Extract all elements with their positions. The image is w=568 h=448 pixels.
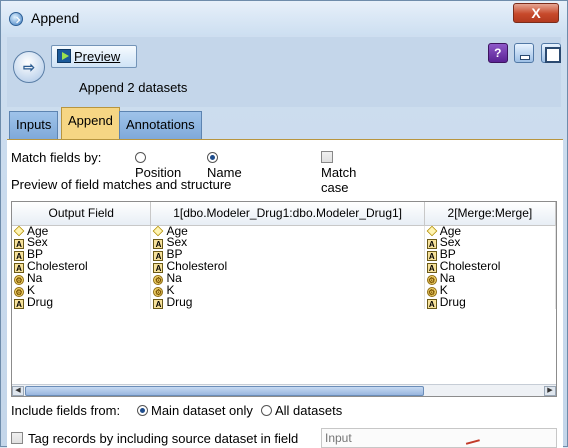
match-by-name-radio[interactable]: Name xyxy=(207,150,242,180)
tab-inputs[interactable]: Inputs xyxy=(9,111,59,139)
append-node-icon: ⇨ xyxy=(13,51,45,83)
field-table: Output Field 1[dbo.Modeler_Drug1:dbo.Mod… xyxy=(12,202,556,309)
diamond-icon xyxy=(13,225,25,237)
match-fields-row: Match fields by: Position Name Match cas… xyxy=(11,150,356,195)
letter-a-icon: A xyxy=(426,251,437,261)
letter-a-icon: A xyxy=(153,239,164,249)
match-fields-label: Match fields by: xyxy=(11,150,102,165)
window-title: Append xyxy=(31,10,80,26)
app-icon xyxy=(9,12,23,26)
match-by-position-radio[interactable]: Position xyxy=(135,150,181,180)
help-button[interactable]: ? xyxy=(487,43,508,63)
scroll-right-icon[interactable]: ▶ xyxy=(544,386,556,396)
horizontal-scrollbar[interactable]: ◀ ▶ xyxy=(12,384,556,396)
table-cell: A Cholesterol xyxy=(150,260,425,273)
table-row[interactable]: Age Age Age xyxy=(12,225,556,237)
flag-field-icon: ⚙ xyxy=(14,275,24,285)
append-panel: Match fields by: Position Name Match cas… xyxy=(7,139,563,448)
table-row[interactable]: A Sex A Sex A Sex xyxy=(12,236,556,249)
node-header: ⇨ Preview Append 2 datasets ? xyxy=(7,37,561,107)
letter-a-icon: A xyxy=(426,239,437,249)
scroll-thumb[interactable] xyxy=(25,386,424,396)
column-header-input1[interactable]: 1[dbo.Modeler_Drug1:dbo.Modeler_Drug1] xyxy=(150,202,425,226)
table-cell: A Drug xyxy=(424,296,556,309)
checkbox-icon xyxy=(321,151,333,163)
include-fields-label: Include fields from: xyxy=(11,403,121,418)
radio-selected-icon xyxy=(137,405,148,416)
diamond-icon xyxy=(153,225,164,237)
letter-a-icon: A xyxy=(153,299,164,309)
main-dataset-only-radio[interactable]: Main dataset only xyxy=(137,403,253,418)
tab-annotations[interactable]: Annotations xyxy=(119,111,202,139)
tag-field-input[interactable] xyxy=(321,428,557,448)
tag-records-row: Tag records by including source dataset … xyxy=(11,428,557,448)
window-controls: ? xyxy=(485,43,561,63)
tag-records-checkbox[interactable]: Tag records by including source dataset … xyxy=(11,431,298,446)
all-datasets-radio[interactable]: All datasets xyxy=(261,403,342,418)
table-cell: ⚙ Na xyxy=(150,272,425,285)
flag-field-icon: ⚙ xyxy=(14,287,24,297)
flag-field-icon: ⚙ xyxy=(426,275,437,285)
letter-a-icon: A xyxy=(14,263,24,273)
table-cell: A Sex xyxy=(150,236,425,249)
letter-a-icon: A xyxy=(426,263,437,273)
close-button[interactable]: X xyxy=(513,3,559,23)
table-row[interactable]: A Cholesterol A Cholesterol A Cholesterol xyxy=(12,260,556,273)
letter-a-icon: A xyxy=(153,263,164,273)
diamond-icon xyxy=(426,225,438,237)
letter-a-icon: A xyxy=(14,299,24,309)
scroll-left-icon[interactable]: ◀ xyxy=(12,386,24,396)
table-cell: A Drug xyxy=(12,296,152,309)
radio-icon xyxy=(135,152,146,163)
maximize-button[interactable] xyxy=(541,43,561,63)
play-icon xyxy=(57,49,71,63)
flag-field-icon: ⚙ xyxy=(426,287,437,297)
letter-a-icon: A xyxy=(14,251,24,261)
field-match-table[interactable]: Output Field 1[dbo.Modeler_Drug1:dbo.Mod… xyxy=(11,201,557,397)
table-cell: A Drug xyxy=(150,296,425,309)
table-row[interactable]: ⚙ Na ⚙ Na ⚙ Na xyxy=(12,272,556,285)
title-bar: Append X xyxy=(1,1,567,35)
column-header-input2[interactable]: 2[Merge:Merge] xyxy=(424,202,556,226)
tab-append[interactable]: Append xyxy=(61,107,120,140)
table-row[interactable]: A Drug A Drug A Drug xyxy=(12,296,556,309)
radio-selected-icon xyxy=(207,152,218,163)
table-cell: Age xyxy=(150,225,425,237)
table-row[interactable]: ⚙ K ⚙ K ⚙ K xyxy=(12,284,556,297)
column-header-output[interactable]: Output Field xyxy=(12,202,152,226)
append-dialog: Append X ⇨ Preview Append 2 datasets ? I… xyxy=(0,0,568,448)
radio-icon xyxy=(261,405,272,416)
checkbox-icon xyxy=(11,432,23,444)
letter-a-icon: A xyxy=(153,251,164,261)
preview-button[interactable]: Preview xyxy=(51,45,137,68)
minimize-button[interactable] xyxy=(514,43,535,63)
include-fields-row: Include fields from: Main dataset only A… xyxy=(11,403,342,418)
letter-a-icon: A xyxy=(14,239,24,249)
node-subtitle: Append 2 datasets xyxy=(79,80,188,95)
preview-section-label: Preview of field matches and structure xyxy=(11,177,232,192)
flag-field-icon: ⚙ xyxy=(153,287,164,297)
letter-a-icon: A xyxy=(426,299,437,309)
flag-field-icon: ⚙ xyxy=(153,275,164,285)
match-case-checkbox[interactable]: Match case xyxy=(321,150,356,195)
